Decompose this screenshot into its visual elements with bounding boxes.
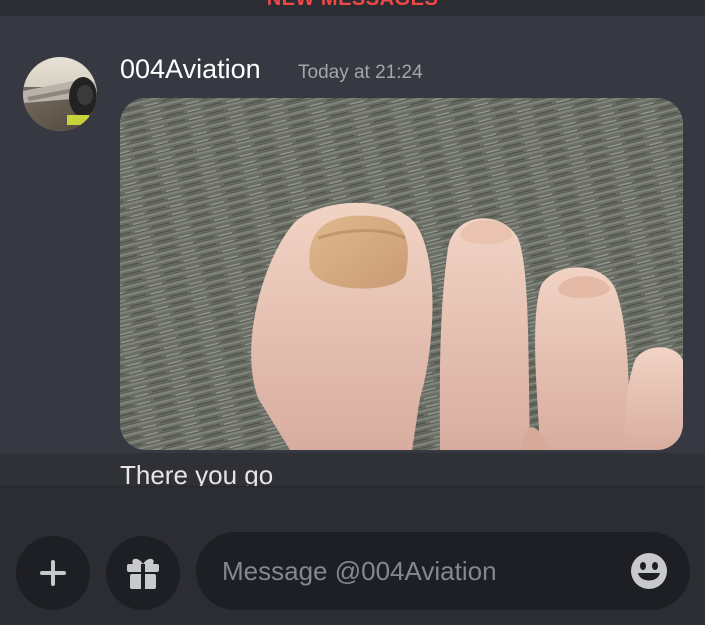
message-author[interactable]: 004Aviation (120, 54, 261, 85)
gift-button[interactable] (106, 536, 180, 610)
emoji-icon (631, 553, 667, 589)
message-composer (0, 516, 705, 625)
message-input[interactable] (222, 532, 622, 610)
message-hover-highlight (0, 453, 705, 486)
image-attachment[interactable] (120, 98, 683, 450)
message-timestamp: Today at 21:24 (298, 62, 423, 83)
emoji-button[interactable] (630, 552, 668, 590)
toes-photo (120, 98, 683, 450)
composer-divider (0, 486, 705, 517)
message-text: There you go (120, 460, 274, 486)
plus-icon (40, 560, 66, 586)
new-messages-bar[interactable]: NEW MESSAGES (0, 0, 705, 16)
user-avatar-icon (23, 57, 97, 131)
message-input-container[interactable] (196, 532, 690, 610)
message-list[interactable]: 004Aviation Today at 21:24 There you go (0, 16, 705, 486)
new-messages-label: NEW MESSAGES (0, 0, 705, 11)
add-attachment-button[interactable] (16, 536, 90, 610)
avatar[interactable] (23, 57, 97, 131)
gift-icon (127, 558, 159, 589)
